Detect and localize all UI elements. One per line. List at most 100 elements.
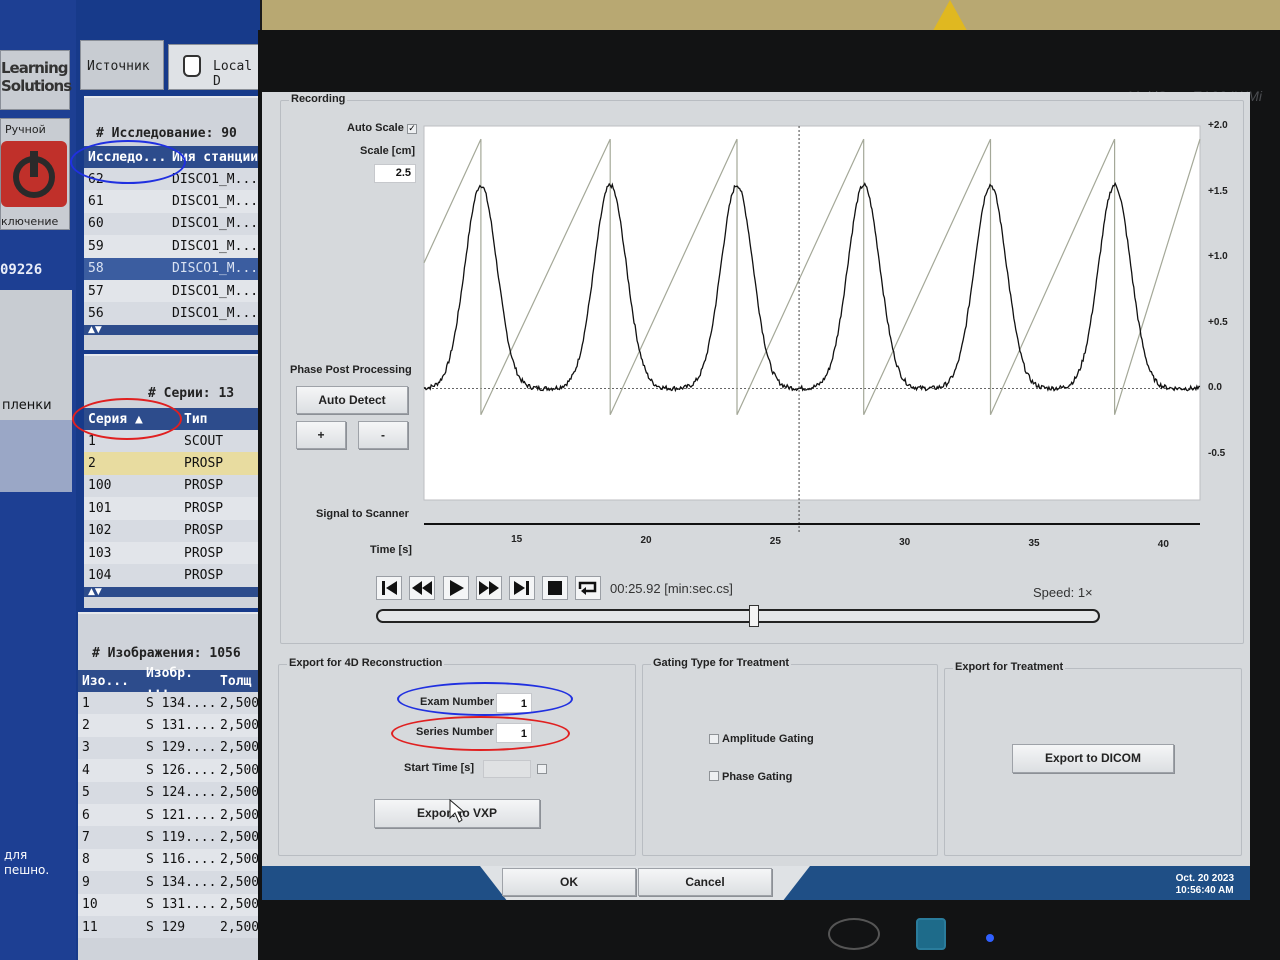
skip-start-button[interactable] xyxy=(376,576,402,600)
type-col-header[interactable]: Тип xyxy=(180,412,207,427)
table-cell: PROSP xyxy=(184,523,224,539)
dla-line-2: пешно. xyxy=(4,863,50,877)
table-row[interactable]: 10 S 131.... 2,500 xyxy=(78,893,260,916)
export-treatment-label: Export for Treatment xyxy=(953,661,1066,673)
table-cell: PROSP xyxy=(184,456,224,472)
x-tick-label: 25 xyxy=(769,536,781,547)
table-row[interactable]: 59 DISCO1_M... xyxy=(84,235,260,258)
image-col-header[interactable]: Изо... xyxy=(78,674,142,689)
table-cell: 4 xyxy=(82,762,90,778)
ok-button[interactable]: OK xyxy=(502,868,636,896)
fast-forward-button[interactable] xyxy=(476,576,502,600)
logo-line-2: Solutions xyxy=(1,77,72,95)
table-cell: 2,500 xyxy=(220,807,260,823)
table-cell: 61 xyxy=(88,194,104,210)
source-tab[interactable]: Источник xyxy=(80,40,164,90)
export-to-dicom-button[interactable]: Export to DICOM xyxy=(1012,744,1174,773)
series-count: # Серии: 13 xyxy=(148,386,235,401)
table-row[interactable]: 2 PROSP xyxy=(84,452,260,475)
series-scroll-arrows[interactable]: ▲▼ xyxy=(84,586,260,597)
phase-minus-button[interactable]: - xyxy=(358,421,408,449)
series-col-header[interactable]: Серия ▲ xyxy=(84,412,180,427)
exam-number-input[interactable]: 1 xyxy=(496,693,532,713)
table-row[interactable]: 57 DISCO1_M... xyxy=(84,279,260,303)
table-row[interactable]: 8 S 116.... 2,500 xyxy=(78,848,260,872)
play-button[interactable] xyxy=(443,576,469,600)
table-cell: DISCO1_M... xyxy=(172,283,259,299)
database-icon xyxy=(183,55,201,77)
power-button[interactable] xyxy=(1,141,67,207)
table-row[interactable]: 103 PROSP xyxy=(84,541,260,565)
table-row[interactable]: 1 SCOUT xyxy=(84,430,260,453)
table-cell: 103 xyxy=(88,545,112,561)
table-cell: S 121.... xyxy=(146,807,216,823)
table-cell: 7 xyxy=(82,830,90,846)
loop-button[interactable] xyxy=(575,576,601,600)
rewind-button[interactable] xyxy=(409,576,435,600)
auto-detect-button[interactable]: Auto Detect xyxy=(296,386,408,414)
phase-gating-checkbox[interactable] xyxy=(709,771,719,781)
table-row[interactable]: 11 S 129 2,500 xyxy=(78,915,260,939)
table-cell: PROSP xyxy=(184,568,224,584)
amplitude-gating-checkbox[interactable] xyxy=(709,734,719,744)
table-row[interactable]: 5 S 124.... 2,500 xyxy=(78,781,260,804)
phase-plus-button[interactable]: + xyxy=(296,421,346,449)
gating-group: Gating Type for Treatment xyxy=(642,657,938,856)
studies-scroll-arrows[interactable]: ▲▼ xyxy=(84,324,260,335)
breathing-chart[interactable] xyxy=(420,120,1202,546)
start-time-input[interactable] xyxy=(483,760,531,778)
start-time-label: Start Time [s] xyxy=(404,762,475,774)
table-cell: 5 xyxy=(82,785,90,801)
table-cell: 2,500 xyxy=(220,852,260,868)
cancel-button[interactable]: Cancel xyxy=(638,868,772,896)
fast-forward-icon xyxy=(479,581,499,595)
table-cell: 2,500 xyxy=(220,695,260,711)
dla-panel: для пешно. xyxy=(0,420,72,877)
x-tick-label: 35 xyxy=(1028,538,1040,549)
table-row[interactable]: 62 DISCO1_M... xyxy=(84,168,260,191)
timeline-thumb[interactable] xyxy=(749,605,760,627)
stop-button[interactable] xyxy=(542,576,568,600)
auto-scale-checkbox[interactable]: ✓ xyxy=(407,124,417,134)
table-cell: SCOUT xyxy=(184,433,224,449)
table-cell: 2,500 xyxy=(220,785,260,801)
manual-label: Ручной xyxy=(5,123,46,136)
table-row[interactable]: 56 DISCO1_M... xyxy=(84,302,260,325)
table-cell: S 131.... xyxy=(146,718,216,734)
table-row[interactable]: 1 S 134.... 2,500 xyxy=(78,692,260,715)
local-tab[interactable]: Local D xyxy=(168,44,260,90)
images-count: # Изображения: 1056 xyxy=(92,646,241,661)
table-row[interactable]: 60 DISCO1_M... xyxy=(84,212,260,236)
table-cell: 2,500 xyxy=(220,740,260,756)
table-row[interactable]: 100 PROSP xyxy=(84,474,260,498)
table-row[interactable]: 7 S 119.... 2,500 xyxy=(78,826,260,849)
study-col-header[interactable]: Исследо... xyxy=(84,150,168,165)
table-cell: S 124.... xyxy=(146,785,216,801)
power-sub-label: ключение xyxy=(1,215,59,228)
speed-display: Speed: 1× xyxy=(1033,585,1093,600)
patient-id: 09226 xyxy=(0,262,43,278)
table-row[interactable]: 101 PROSP xyxy=(84,497,260,520)
scale-input[interactable]: 2.5 xyxy=(374,164,416,183)
station-col-header[interactable]: Имя станции xyxy=(168,150,258,165)
x-tick-label: 20 xyxy=(640,535,652,546)
exam-number-label: Exam Number xyxy=(420,696,494,708)
start-time-checkbox[interactable] xyxy=(537,764,547,774)
table-row[interactable]: 9 S 134.... 2,500 xyxy=(78,871,260,894)
x-tick-label: 15 xyxy=(511,534,523,545)
table-cell: 62 xyxy=(88,171,104,187)
timeline-slider[interactable] xyxy=(376,605,1100,627)
table-cell: 58 xyxy=(88,261,104,277)
table-row[interactable]: 6 S 121.... 2,500 xyxy=(78,803,260,827)
table-row[interactable]: 3 S 129.... 2,500 xyxy=(78,736,260,760)
series-number-input[interactable]: 1 xyxy=(496,723,532,743)
table-row[interactable]: 104 PROSP xyxy=(84,564,260,587)
skip-end-button[interactable] xyxy=(509,576,535,600)
thickness-col-header[interactable]: Толщ xyxy=(216,674,251,689)
table-row[interactable]: 4 S 126.... 2,500 xyxy=(78,759,260,782)
image-name-col-header[interactable]: Изобр. ... xyxy=(142,666,216,696)
table-row[interactable]: 2 S 131.... 2,500 xyxy=(78,714,260,737)
table-row[interactable]: 61 DISCO1_M... xyxy=(84,190,260,213)
table-row[interactable]: 102 PROSP xyxy=(84,519,260,542)
table-row[interactable]: 58 DISCO1_M... xyxy=(84,257,260,280)
